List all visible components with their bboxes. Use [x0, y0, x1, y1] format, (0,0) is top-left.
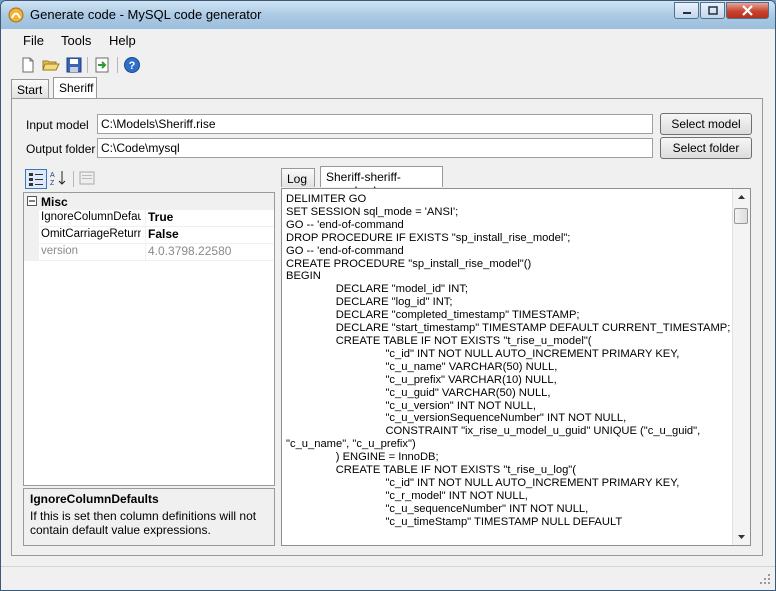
property-value[interactable]: False [145, 227, 272, 243]
status-bar [1, 566, 775, 589]
menu-help[interactable]: Help [109, 33, 136, 48]
export-icon [95, 57, 109, 73]
open-button[interactable] [42, 56, 60, 74]
property-row[interactable]: IgnoreColumnDefault True [24, 210, 274, 227]
property-row[interactable]: OmitCarriageReturn False [24, 227, 274, 244]
vertical-scrollbar[interactable] [732, 189, 750, 545]
output-folder-field[interactable]: C:\Code\mysql [97, 138, 653, 158]
svg-text:Z: Z [50, 180, 55, 187]
output-folder-label: Output folder [26, 142, 96, 156]
menu-file[interactable]: File [23, 33, 44, 48]
select-model-button[interactable]: Select model [660, 113, 752, 135]
row-gutter [24, 227, 39, 244]
maximize-icon [708, 6, 718, 15]
save-button[interactable] [65, 56, 83, 74]
tab-log[interactable]: Log [281, 168, 315, 187]
scroll-up-icon[interactable] [733, 189, 750, 206]
property-name: IgnoreColumnDefault [41, 211, 141, 223]
category-label: Misc [41, 195, 68, 209]
property-value[interactable]: True [145, 210, 272, 226]
categorized-button[interactable] [25, 169, 47, 189]
tab-sql-file[interactable]: Sheriff-sheriff-mysql.sql [320, 166, 443, 198]
tab-sheriff[interactable]: Sheriff [53, 77, 97, 98]
input-model-field[interactable]: C:\Models\Sheriff.rise [97, 114, 653, 134]
property-grid: Misc IgnoreColumnDefault True OmitCarria… [23, 192, 275, 486]
toolbar: ? [1, 53, 775, 77]
property-value[interactable]: 4.0.3798.22580 [145, 244, 272, 260]
property-row[interactable]: version 4.0.3798.22580 [24, 244, 274, 261]
new-icon [22, 57, 34, 73]
export-button[interactable] [93, 56, 111, 74]
svg-text:?: ? [129, 60, 136, 72]
property-help-panel: IgnoreColumnDefaults If this is set then… [23, 488, 275, 546]
categorized-icon [29, 173, 43, 186]
svg-text:A: A [50, 172, 55, 179]
code-text: DELIMITER GO SET SESSION sql_mode = 'ANS… [286, 193, 731, 528]
help-description: If this is set then column definitions w… [30, 509, 257, 537]
close-icon [742, 5, 753, 16]
collapse-icon[interactable] [27, 196, 37, 206]
new-button[interactable] [19, 56, 37, 74]
open-icon [42, 60, 60, 71]
property-grid-toolbar: AZ [23, 169, 275, 191]
minimize-button[interactable] [674, 2, 699, 19]
close-button[interactable] [726, 2, 769, 19]
title-bar[interactable]: Generate code - MySQL code generator [1, 1, 775, 30]
menu-tools[interactable]: Tools [61, 33, 91, 48]
help-icon: ? [124, 57, 140, 73]
select-folder-button[interactable]: Select folder [660, 137, 752, 159]
property-pages-icon [79, 171, 95, 185]
category-misc[interactable]: Misc [24, 193, 274, 210]
app-icon [8, 7, 24, 23]
sort-alphabetical-icon: AZ [50, 171, 66, 187]
menu-bar: File Tools Help [1, 29, 775, 53]
row-gutter [24, 210, 39, 227]
property-name: OmitCarriageReturn [41, 228, 141, 240]
tab-start[interactable]: Start [11, 79, 49, 98]
save-icon [66, 57, 82, 73]
help-title: IgnoreColumnDefaults [30, 492, 159, 506]
scroll-down-icon[interactable] [733, 528, 750, 545]
resize-grip-icon[interactable] [759, 573, 771, 585]
alphabetical-button[interactable]: AZ [48, 169, 70, 189]
scroll-thumb[interactable] [734, 208, 748, 224]
maximize-button[interactable] [700, 2, 725, 19]
toolbar-separator [87, 57, 88, 73]
input-model-label: Input model [26, 118, 89, 132]
app-window: Generate code - MySQL code generator Fil… [0, 0, 776, 591]
pg-toolbar-separator [73, 171, 74, 187]
property-name: version [41, 245, 79, 257]
minimize-icon [683, 12, 691, 14]
toolbar-separator [117, 57, 118, 73]
help-button[interactable]: ? [123, 56, 141, 74]
code-editor[interactable]: DELIMITER GO SET SESSION sql_mode = 'ANS… [281, 188, 751, 546]
window-title: Generate code - MySQL code generator [30, 7, 262, 22]
property-pages-button[interactable] [77, 169, 99, 189]
row-gutter [24, 244, 39, 261]
